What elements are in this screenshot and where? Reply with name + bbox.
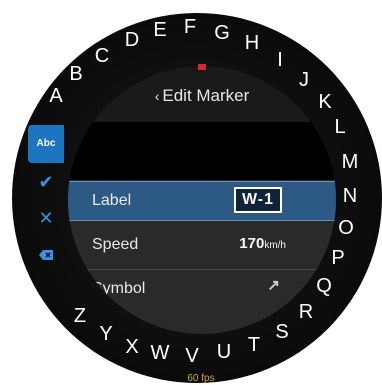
- fps-counter: 60 fps: [187, 373, 215, 384]
- backspace-icon[interactable]: [28, 250, 64, 260]
- speed-row[interactable]: Speed 170km/h: [68, 226, 336, 264]
- ring-letter-u[interactable]: U: [213, 342, 235, 362]
- speed-number: 170: [239, 235, 265, 252]
- ring-letter-c[interactable]: C: [91, 46, 113, 66]
- check-icon[interactable]: ✔: [28, 172, 64, 193]
- ring-letter-q[interactable]: Q: [313, 276, 335, 296]
- speed-unit: km/h: [264, 240, 286, 251]
- ring-letter-i[interactable]: I: [269, 50, 291, 70]
- ring-letter-a[interactable]: A: [45, 86, 67, 106]
- speed-value: 170km/h: [239, 235, 286, 252]
- ring-letter-e[interactable]: E: [149, 20, 171, 40]
- ring-letter-j[interactable]: J: [293, 70, 315, 90]
- label-row[interactable]: Label W-1: [68, 181, 336, 221]
- ring-letter-t[interactable]: T: [243, 335, 265, 355]
- label-key: Label: [92, 192, 132, 209]
- ring-letter-n[interactable]: N: [339, 186, 361, 206]
- ring-letter-f[interactable]: F: [179, 17, 201, 37]
- ring-letter-k[interactable]: K: [314, 92, 336, 112]
- selection-marker: [198, 64, 206, 70]
- ring-letter-x[interactable]: X: [121, 337, 143, 357]
- label-value-field[interactable]: W-1: [233, 187, 282, 213]
- ring-letter-s[interactable]: S: [271, 322, 293, 342]
- ring-letter-l[interactable]: L: [329, 117, 351, 137]
- keyboard-mode-abc-button[interactable]: Abc: [28, 125, 64, 163]
- ring-letter-d[interactable]: D: [121, 30, 143, 50]
- close-icon[interactable]: ✕: [28, 208, 64, 229]
- symbol-key: Symbol: [92, 280, 146, 297]
- ring-letter-m[interactable]: M: [339, 152, 361, 172]
- ring-letter-g[interactable]: G: [211, 23, 233, 43]
- ring-letter-z[interactable]: Z: [69, 306, 91, 326]
- watch-stage: ‹ Edit Marker Label W-1 Speed 170km/h Sym…: [0, 0, 382, 385]
- ring-letter-p[interactable]: P: [327, 248, 349, 268]
- ring-letter-r[interactable]: R: [295, 302, 317, 322]
- screen: ‹ Edit Marker Label W-1 Speed 170km/h Sym…: [68, 66, 336, 334]
- ring-letter-y[interactable]: Y: [95, 324, 117, 344]
- speed-key: Speed: [92, 236, 139, 253]
- ring-letter-h[interactable]: H: [241, 33, 263, 53]
- symbol-chevron-icon: ↗: [267, 277, 280, 294]
- page-title: Edit Marker: [162, 86, 250, 105]
- ring-letter-o[interactable]: O: [335, 218, 357, 238]
- back-chevron-icon[interactable]: ‹: [155, 88, 160, 104]
- ring-letter-v[interactable]: V: [181, 346, 203, 366]
- ring-letter-w[interactable]: W: [149, 343, 171, 363]
- ring-letter-b[interactable]: B: [65, 64, 87, 84]
